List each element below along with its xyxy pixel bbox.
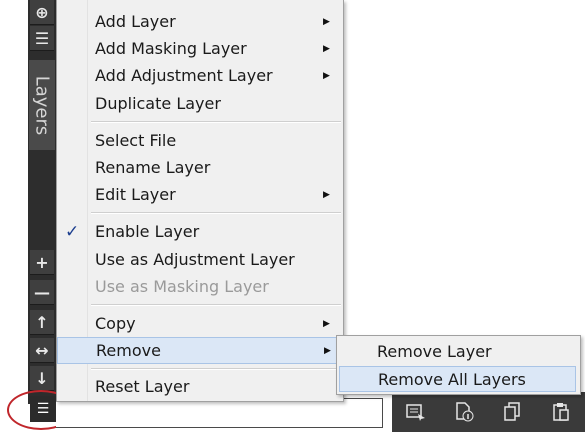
menu-item-label: Edit Layer: [95, 185, 176, 204]
menu-item-rename-layer[interactable]: Rename Layer: [57, 154, 343, 181]
layer-context-menu: Add Layer ▶ Add Masking Layer ▶ Add Adju…: [56, 0, 344, 402]
menu-item-label: Select File: [95, 131, 177, 150]
info-icon[interactable]: [453, 401, 475, 423]
submenu-item-label: Remove Layer: [377, 341, 492, 361]
menu-item-label: Reset Layer: [95, 377, 190, 396]
remove-submenu: Remove Layer Remove All Layers: [336, 335, 581, 395]
menu-separator: [91, 121, 341, 123]
menu-item-copy[interactable]: Copy ▶: [57, 310, 343, 337]
menu-item-label: Remove: [96, 341, 161, 360]
menu-item-edit-layer[interactable]: Edit Layer ▶: [57, 181, 343, 208]
submenu-arrow-icon: ▶: [323, 16, 330, 27]
menu-item-enable-layer[interactable]: ✓ Enable Layer: [57, 218, 343, 245]
menu-item-label: Add Adjustment Layer: [95, 66, 273, 85]
submenu-arrow-icon: ▶: [323, 318, 330, 329]
add-layer-icon[interactable]: +: [30, 250, 54, 275]
move-down-icon[interactable]: ↓: [30, 366, 54, 391]
menu-item-label: Add Layer: [95, 12, 176, 31]
properties-icon[interactable]: ☰: [30, 26, 54, 51]
menu-item-label: Use as Adjustment Layer: [95, 250, 295, 269]
menu-item-label: Use as Masking Layer: [95, 277, 269, 296]
menu-separator: [91, 304, 341, 306]
move-both-icon[interactable]: ↔: [30, 338, 54, 363]
menu-separator: [91, 212, 341, 214]
paste-icon[interactable]: [550, 401, 572, 423]
menu-item-select-file[interactable]: Select File: [57, 127, 343, 154]
move-up-icon[interactable]: ↑: [30, 310, 54, 335]
submenu-arrow-icon: ▶: [323, 70, 330, 81]
layers-tab-label: Layers: [31, 75, 53, 135]
menu-item-add-adjustment-layer[interactable]: Add Adjustment Layer ▶: [57, 62, 343, 89]
menu-item-add-masking-layer[interactable]: Add Masking Layer ▶: [57, 35, 343, 62]
menu-item-add-layer[interactable]: Add Layer ▶: [57, 8, 343, 35]
remove-layer-icon[interactable]: —: [30, 280, 54, 305]
zoom-icon[interactable]: ⊕: [30, 0, 54, 25]
copy-icon[interactable]: [502, 401, 524, 423]
submenu-item-label: Remove All Layers: [378, 369, 526, 389]
submenu-arrow-icon: ▶: [323, 43, 330, 54]
menu-item-use-as-adjustment-layer[interactable]: Use as Adjustment Layer: [57, 246, 343, 273]
submenu-arrow-icon: ▶: [323, 189, 330, 200]
checkmark-icon: ✓: [65, 221, 80, 242]
submenu-item-remove-layer[interactable]: Remove Layer: [339, 338, 576, 364]
menu-item-duplicate-layer[interactable]: Duplicate Layer: [57, 90, 343, 117]
submenu-item-remove-all-layers[interactable]: Remove All Layers: [339, 366, 576, 392]
bottom-toolbar: [392, 392, 585, 432]
menu-item-label: Rename Layer: [95, 158, 211, 177]
menu-item-remove[interactable]: Remove ▶: [57, 337, 343, 364]
menu-item-use-as-masking-layer: Use as Masking Layer: [57, 273, 343, 300]
layer-list-area[interactable]: [56, 398, 383, 428]
menu-separator: [91, 368, 341, 370]
properties-icon[interactable]: [405, 401, 427, 423]
layers-panel: ⊕ ☰ Layers + — ↑ ↔ ↓ ☰: [0, 0, 75, 432]
menu-item-label: Enable Layer: [95, 222, 200, 241]
menu-item-label: Add Masking Layer: [95, 39, 247, 58]
menu-item-reset-layer[interactable]: Reset Layer: [57, 373, 343, 400]
layers-tab[interactable]: Layers: [29, 60, 55, 150]
menu-item-label: Duplicate Layer: [95, 94, 221, 113]
submenu-arrow-icon: ▶: [324, 345, 331, 356]
menu-item-label: Copy: [95, 314, 136, 333]
